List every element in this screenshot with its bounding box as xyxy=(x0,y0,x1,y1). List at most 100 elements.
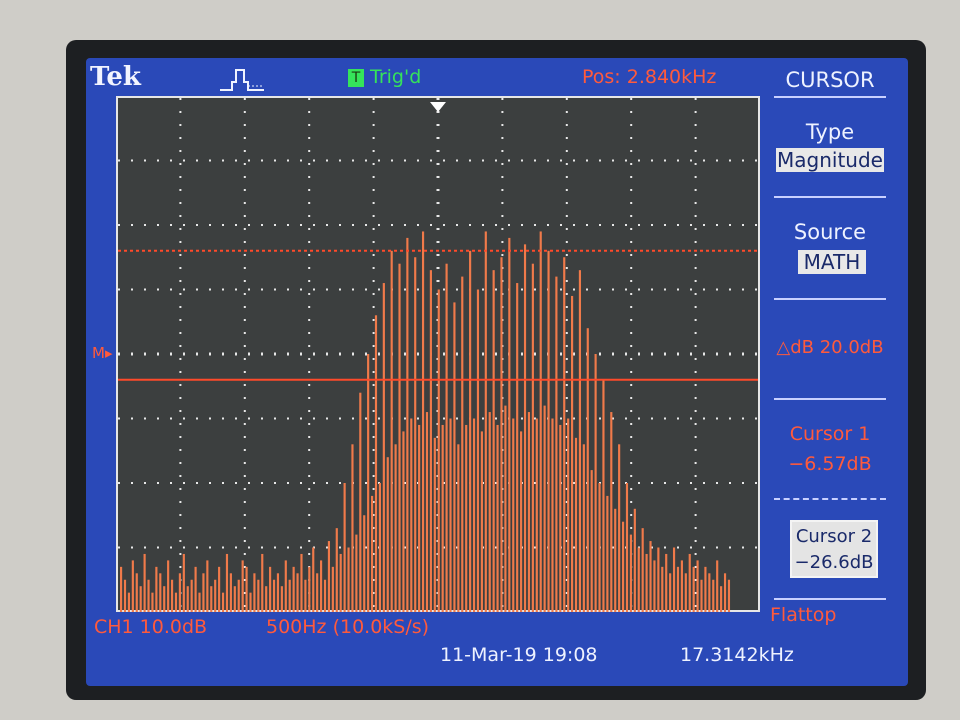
delta-db-readout: △dB 20.0dB xyxy=(776,337,884,358)
spectrum-bar xyxy=(421,231,425,612)
spectrum-bar xyxy=(178,573,181,612)
spectrum-bar xyxy=(480,431,483,612)
spectrum-bar xyxy=(339,553,342,612)
spectrum-bar xyxy=(159,573,162,612)
brand-logo: Tek xyxy=(90,62,141,92)
channel-scale: CH1 10.0dB xyxy=(94,616,208,638)
spectrum-bar xyxy=(649,541,652,612)
menu-divider xyxy=(774,398,886,400)
spectrum-bar xyxy=(272,579,276,612)
spectrum-bar xyxy=(296,573,299,612)
cursor2-label: Cursor 2 xyxy=(795,526,873,547)
datetime: 11-Mar-19 19:08 xyxy=(440,644,598,666)
spectrum-bar xyxy=(445,263,448,612)
spectrum-bar xyxy=(684,573,687,612)
spectrum-bar xyxy=(229,573,232,612)
channel-arrow-icon: ▸ xyxy=(104,344,113,362)
spectrum-bar xyxy=(578,270,582,612)
spectrum-bar xyxy=(520,431,523,612)
spectrum-bar xyxy=(492,270,495,612)
frequency-scale: 500Hz (10.0kS/s) xyxy=(266,616,430,638)
spectrum-bar xyxy=(316,573,319,612)
spectrum-bar xyxy=(198,592,201,612)
spectrum-bar xyxy=(323,579,327,612)
spectrum-bar xyxy=(476,289,480,612)
spectrum-bar xyxy=(170,579,174,612)
spectrum-bar xyxy=(202,573,205,612)
math-channel-label: M xyxy=(92,344,105,362)
spectrum-bar xyxy=(233,586,236,612)
spectrum-bar xyxy=(688,553,691,612)
spectrum-bar xyxy=(590,470,593,612)
spectrum-bar xyxy=(708,573,711,612)
spectrum-bar xyxy=(206,560,209,612)
spectrum-bar xyxy=(720,586,723,612)
spectrum-bar xyxy=(280,586,283,612)
menu-title: CURSOR xyxy=(785,68,875,92)
spectrum-bar xyxy=(437,289,440,612)
spectrum-bar xyxy=(363,515,366,612)
type-value-button[interactable]: Magnitude xyxy=(776,148,884,172)
spectrum-bar xyxy=(516,283,519,612)
spectrum-bar xyxy=(586,328,589,612)
spectrum-bar xyxy=(398,263,401,612)
spectrum-bar xyxy=(429,270,432,612)
spectrum-bar xyxy=(194,566,197,612)
spectrum-bar xyxy=(555,276,558,612)
spectrum-bar xyxy=(335,528,338,612)
spectrum-bar xyxy=(606,495,609,612)
spectrum-bar xyxy=(531,263,534,612)
spectrum-bar xyxy=(374,315,378,612)
spectrum-bar xyxy=(441,424,444,612)
spectrum-bar xyxy=(633,508,636,612)
spectrum-bar xyxy=(672,547,676,612)
spectrum-bar xyxy=(712,579,715,612)
spectrum-bar xyxy=(163,586,166,612)
spectrum-bar xyxy=(645,553,648,612)
spectrum-bar xyxy=(610,412,613,612)
source-value-button[interactable]: MATH xyxy=(798,250,866,274)
spectrum-bar xyxy=(523,244,527,612)
spectrum-bar xyxy=(355,534,358,612)
cursor1-value: −6.57dB xyxy=(788,453,872,475)
spectrum-bar xyxy=(472,418,476,612)
spectrum-bar xyxy=(551,418,554,612)
cursor2-button[interactable]: Cursor 2 −26.6dB xyxy=(790,520,878,578)
spectrum-bar xyxy=(680,560,683,612)
spectrum-bar xyxy=(457,444,460,612)
menu-divider-dashed xyxy=(774,498,886,500)
spectrum-bar xyxy=(343,483,346,612)
spectrum-bar xyxy=(237,579,240,612)
spectrum-bar xyxy=(261,553,264,612)
trigger-pulse-icon xyxy=(220,69,264,91)
spectrum-bar xyxy=(496,424,499,612)
spectrum-bar xyxy=(218,566,221,612)
cursor2-value: −26.6dB xyxy=(794,552,874,573)
spectrum-bar xyxy=(300,553,303,612)
spectrum-bar xyxy=(359,392,362,612)
spectrum-bar xyxy=(221,592,225,612)
trigger-status: T Trig'd xyxy=(348,66,421,88)
spectrum-bar xyxy=(657,547,660,612)
spectrum-bar xyxy=(304,579,307,612)
spectrum-bar xyxy=(488,412,491,612)
spectrum-bar xyxy=(131,560,134,612)
spectrum-bar xyxy=(449,418,452,612)
spectrum-bar xyxy=(574,437,578,612)
spectrum-bar xyxy=(500,257,503,612)
spectrum-bar xyxy=(469,250,472,612)
spectrum-bar xyxy=(367,354,370,612)
spectrum-bar xyxy=(704,566,707,612)
spectrum-bar xyxy=(284,560,287,612)
spectrum-bar xyxy=(618,444,621,612)
spectrum-bar xyxy=(253,573,256,612)
spectrum-bar xyxy=(327,541,331,612)
spectrum-bar xyxy=(543,405,546,612)
source-label: Source xyxy=(793,220,867,244)
spectrum-bar xyxy=(602,379,605,612)
channel-marker: M▸ xyxy=(92,342,112,364)
fft-window: Flattop xyxy=(770,604,837,626)
spectrum-bar xyxy=(453,302,456,612)
spectrum-bar xyxy=(241,560,244,612)
spectrum-bar xyxy=(386,457,389,612)
